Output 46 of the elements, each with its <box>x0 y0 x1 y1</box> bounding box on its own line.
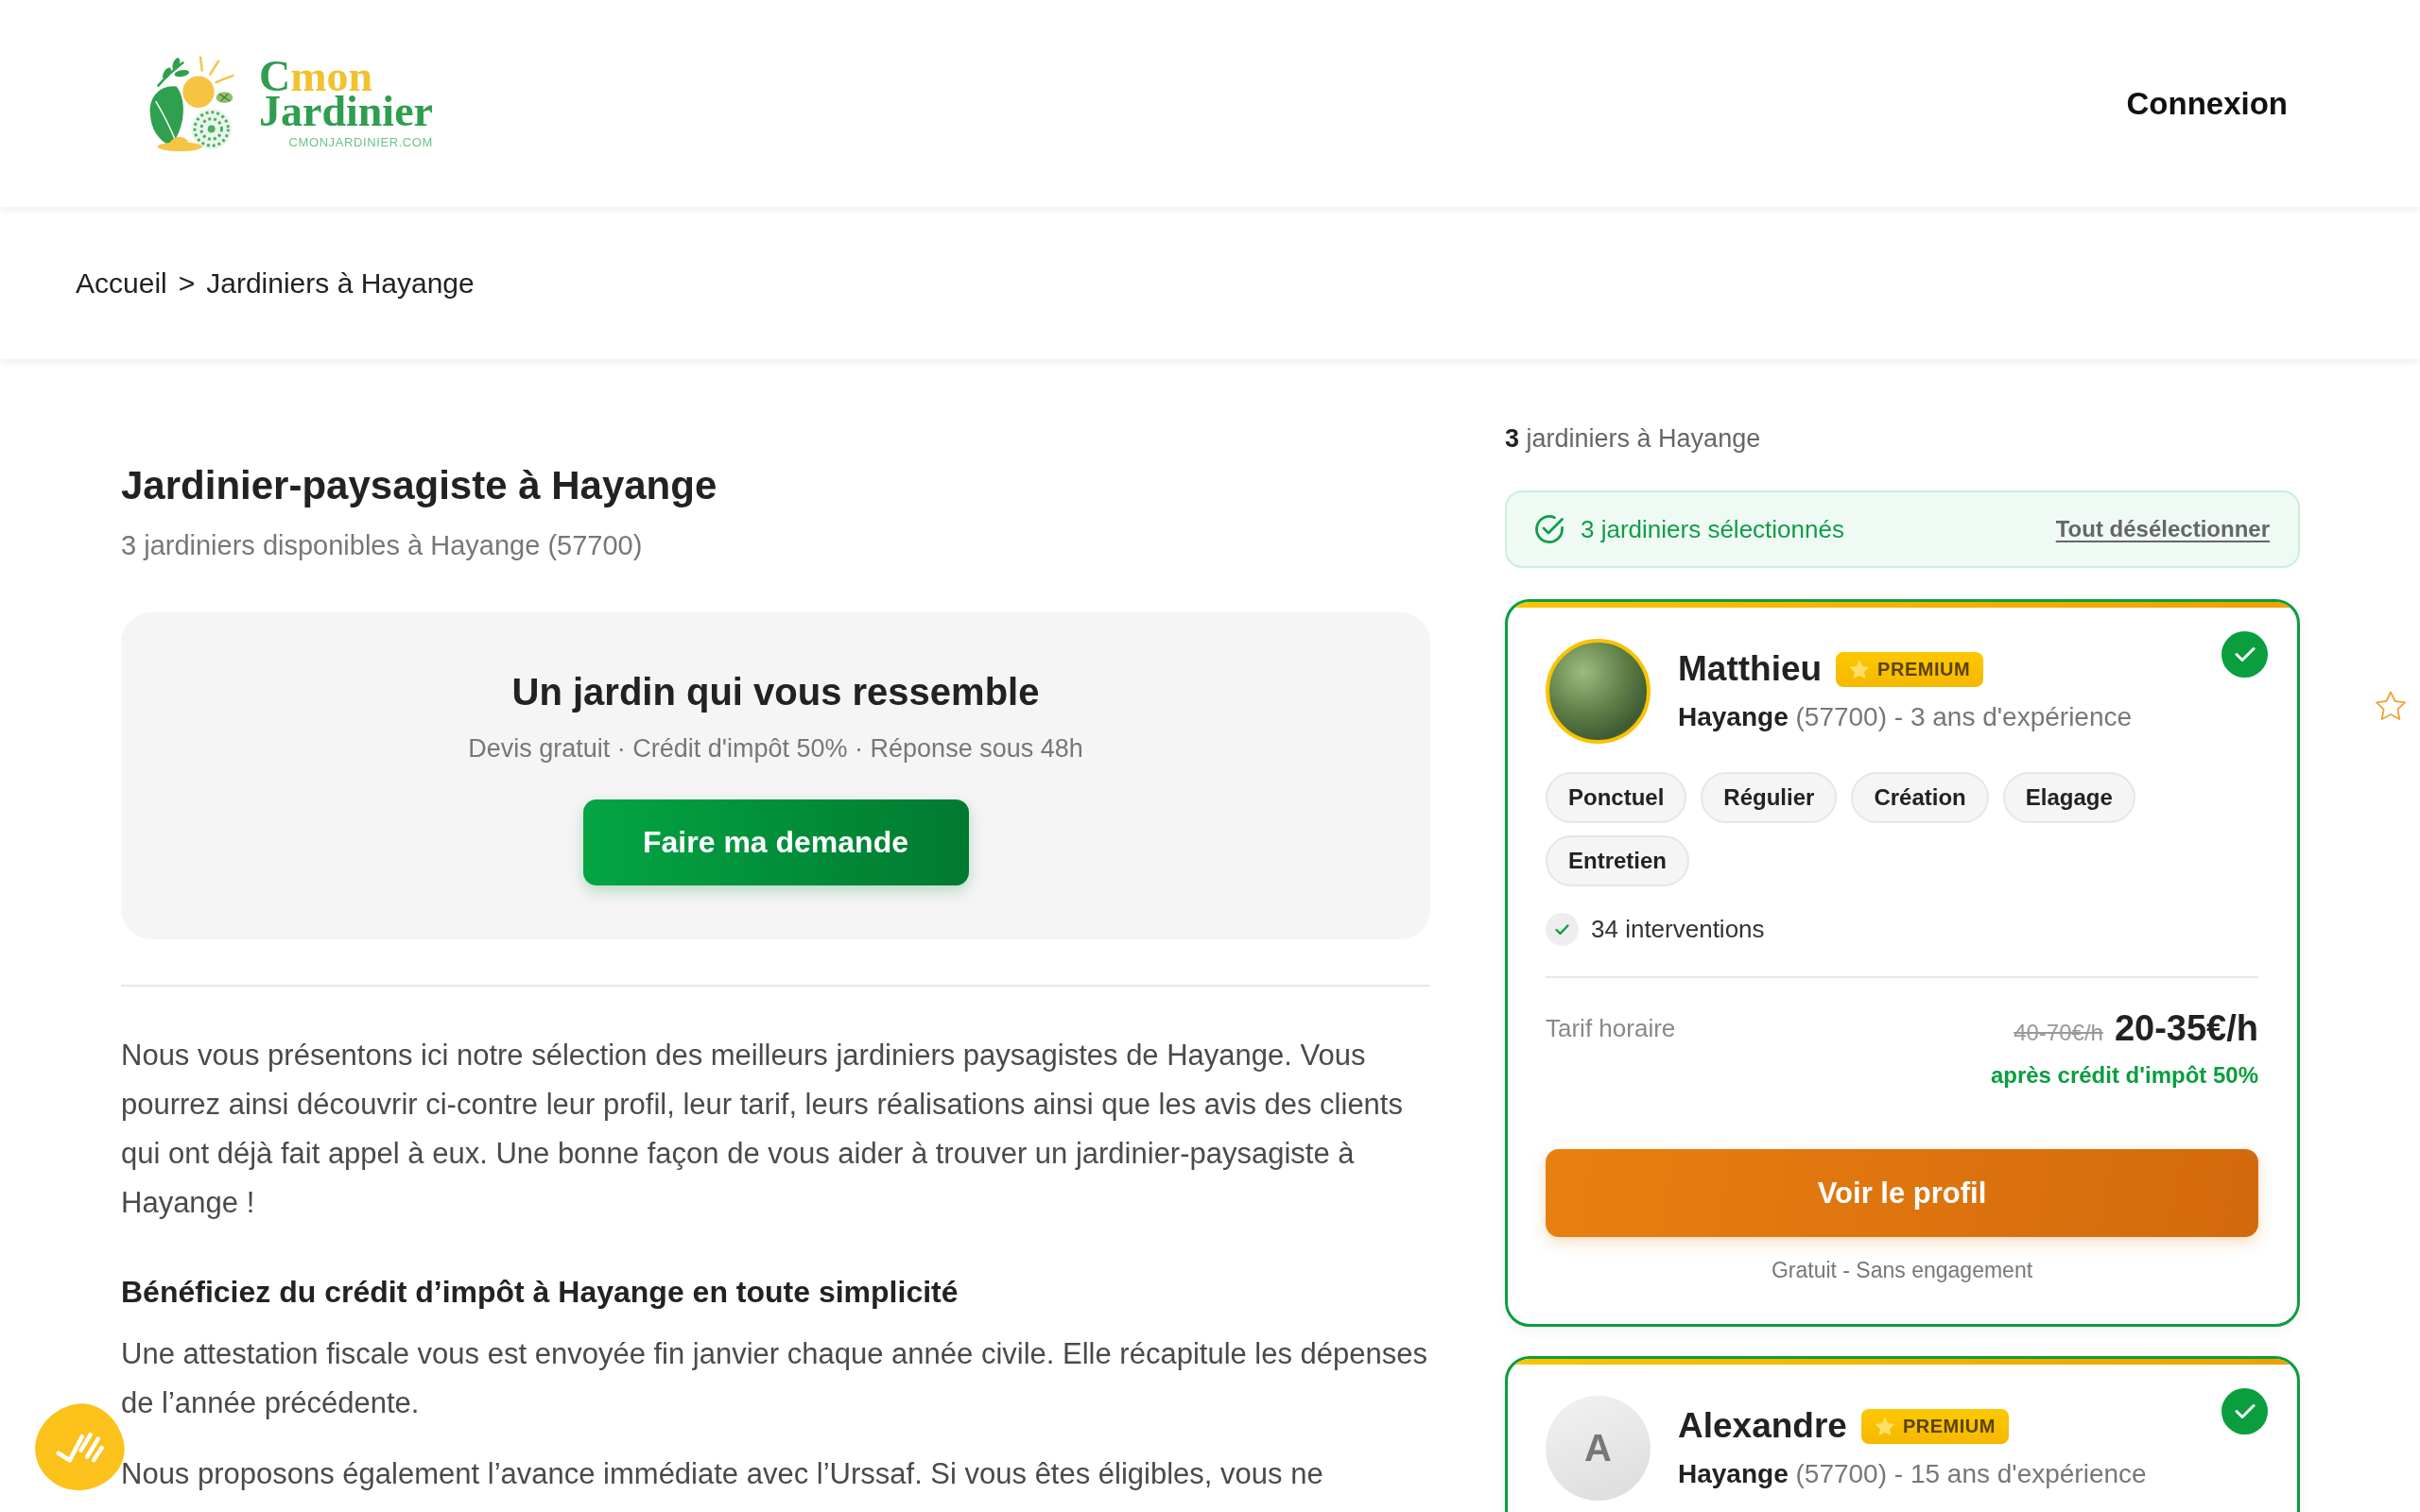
cta-perks: Devis gratuit · Crédit d'impôt 50% · Réponse sous 48h <box>468 733 1083 765</box>
star-icon <box>1849 659 1871 679</box>
gardener-name: Alexandre <box>1678 1405 1847 1447</box>
interventions-count: 34 interventions <box>1591 915 1765 944</box>
body-paragraph: Nous proposons également l’avance immédiate avec l’Urssaf. Si vous êtes éligibles, vous ne <box>121 1456 1324 1492</box>
check-icon <box>2234 1403 2256 1419</box>
section-heading: Bénéficiez du crédit d’impôt à Hayange en toute simplicité <box>121 1274 959 1311</box>
results-count: 3 jardiniers à Hayange <box>1505 423 1762 455</box>
service-tag: Régulier <box>1701 772 1838 823</box>
button-note: Gratuit - Sans engagement <box>1770 1257 2034 1283</box>
gardener-location: Hayange (57700) - 15 ans d'expérience <box>1678 1458 2147 1490</box>
service-tag: Création <box>1851 772 1989 823</box>
breadcrumb-link[interactable]: Jardiniers à Hayange <box>206 266 475 300</box>
gardener-name: Matthieu <box>1678 648 1823 690</box>
check-circle-icon <box>1546 913 1579 946</box>
hourly-rate: 20-35€/h <box>2114 1007 2258 1049</box>
premium-label: PREMIUM <box>1902 1415 1996 1437</box>
old-rate: 40-70€/h <box>2014 1020 2103 1046</box>
select-toggle[interactable] <box>2221 1388 2268 1435</box>
gardener-location: Hayange (57700) - 3 ans d'expérience <box>1678 701 2133 733</box>
rate-note: après crédit d'impôt 50% <box>1989 1061 2258 1090</box>
service-tag: Elagage <box>2002 772 2135 823</box>
logo-wordmark: Jardinier <box>259 93 433 129</box>
page-subtitle: 3 jardiniers disponibles à Hayange (57700) <box>121 529 644 562</box>
check-circle-icon <box>1533 513 1565 545</box>
star-icon <box>1874 1416 1895 1436</box>
request-button[interactable]: Faire ma demande <box>582 799 969 885</box>
service-tag: Entretien <box>1546 835 1689 886</box>
rate-label: Tarif horaire <box>1546 1013 1676 1043</box>
check-icon <box>2234 646 2256 662</box>
body-paragraph: Une attestation fiscale vous est envoyée fin janvier chaque année civile. Elle récapitule les dépenses de l’année précédente. <box>121 1336 1429 1421</box>
breadcrumb-link[interactable]: Accueil <box>76 266 167 300</box>
avatar-initial: A <box>1546 1396 1651 1501</box>
body-paragraph: Nous vous présentons ici notre sélection des meilleurs jardiniers paysagistes de Hayange. Vous pourrez ainsi découvrir ci-contre leur profil, leur tarif, leurs réalisations ainsi que les avis des clients qui ont déjà fait appel à eux. Une bonne façon de vous aider à trouver un jardinier-paysagiste à Hayange ! <box>121 1038 1404 1221</box>
select-toggle[interactable] <box>2221 631 2268 678</box>
logo-wordmark: Cmon <box>259 58 373 94</box>
page-title: Jardinier-paysagiste à Hayange <box>121 462 718 509</box>
logo-domain: CMONJARDINIER.COM <box>288 135 433 149</box>
premium-label: PREMIUM <box>1877 658 1971 680</box>
login-link[interactable]: Connexion <box>2126 85 2288 122</box>
cta-title: Un jardin qui vous ressemble <box>511 670 1040 714</box>
deselect-all-link[interactable]: Tout désélectionner <box>2055 516 2270 542</box>
service-tag: Ponctuel <box>1546 772 1687 823</box>
breadcrumb-separator: > <box>178 266 196 300</box>
selection-count: 3 jardiniers sélectionnés <box>1581 514 1845 544</box>
star-outline-icon <box>2375 691 2407 722</box>
